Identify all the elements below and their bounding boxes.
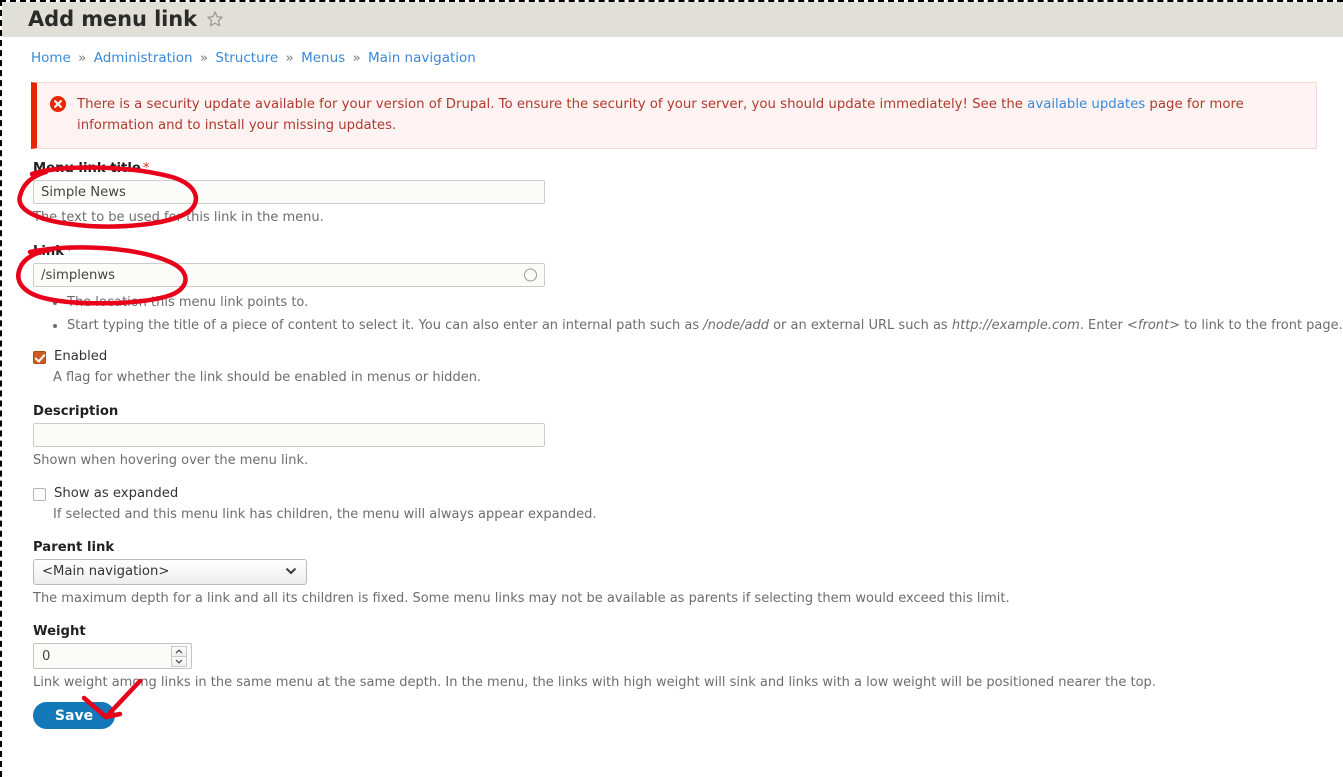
ld2-p3: . Enter <box>1079 317 1128 333</box>
field-menu-link-title: Menu link title* The text to be used for… <box>33 161 1343 228</box>
ld2-em1: /node/add <box>703 317 769 333</box>
weight-label: Weight <box>33 624 86 640</box>
star-outline-icon[interactable] <box>206 10 224 32</box>
link-descriptions: The location this menu link points to. S… <box>33 293 1343 335</box>
field-parent-link: Parent link <Main navigation> The maximu… <box>33 540 1343 609</box>
weight-description: Link weight among links in the same menu… <box>33 675 1156 691</box>
breadcrumb-item-home[interactable]: Home <box>31 50 71 66</box>
link-input-wrapper <box>33 263 545 288</box>
page-header: Add menu link <box>2 2 1343 37</box>
show-expanded-checkbox-row[interactable]: Show as expanded <box>33 486 1343 501</box>
field-link: Link* The location this menu link points… <box>33 244 1343 335</box>
show-expanded-description: If selected and this menu link has child… <box>53 506 597 522</box>
menu-link-title-label: Menu link title * <box>33 161 1343 176</box>
show-expanded-checkbox[interactable] <box>33 487 46 501</box>
chevron-down-icon <box>285 563 297 578</box>
page-title: Add menu link <box>28 7 197 31</box>
breadcrumb: Home » Administration » Structure » Menu… <box>2 37 1343 66</box>
link-label-text: Link <box>33 244 65 260</box>
available-updates-link[interactable]: available updates <box>1027 97 1145 112</box>
enabled-checkbox-row[interactable]: Enabled <box>33 349 1343 365</box>
description-label: Description <box>33 403 119 419</box>
menu-link-title-description: The text to be used for this link in the… <box>33 210 324 226</box>
ld2-em2: http://example.com <box>951 317 1080 333</box>
breadcrumb-item-structure[interactable]: Structure <box>215 50 278 66</box>
link-description-1: The location this menu link points to. <box>67 293 1343 313</box>
description-input[interactable] <box>33 422 545 447</box>
weight-value: 0 <box>42 648 51 664</box>
error-circle-x-icon <box>50 96 66 112</box>
parent-link-description: The maximum depth for a link and all its… <box>33 590 1010 606</box>
breadcrumb-separator: » <box>285 50 294 66</box>
breadcrumb-item-administration[interactable]: Administration <box>94 50 193 66</box>
breadcrumb-separator: » <box>78 50 87 66</box>
message-text-before-link: There is a security update available for… <box>77 97 1028 112</box>
weight-stepper[interactable] <box>171 646 187 668</box>
link-input[interactable] <box>33 263 545 288</box>
security-update-error-message: There is a security update available for… <box>31 82 1317 150</box>
link-label: Link * <box>33 244 1343 259</box>
breadcrumb-item-menus[interactable]: Menus <box>301 50 345 66</box>
required-marker: * <box>142 161 150 177</box>
enabled-label: Enabled <box>54 349 108 365</box>
ld2-em3: <front> <box>1127 317 1181 333</box>
field-description: Description Shown when hovering over the… <box>33 404 1343 471</box>
required-marker: * <box>66 244 73 260</box>
link-description-2: Start typing the title of a piece of con… <box>67 316 1343 336</box>
menu-link-title-input[interactable] <box>33 180 545 205</box>
save-button[interactable]: Save <box>33 702 115 730</box>
field-show-as-expanded: Show as expanded If selected and this me… <box>33 486 1343 525</box>
ld2-p1: Start typing the title of a piece of con… <box>67 317 704 333</box>
field-enabled: Enabled A flag for whether the link shou… <box>33 349 1343 388</box>
menu-link-title-label-text: Menu link title <box>33 161 141 177</box>
parent-link-select[interactable]: <Main navigation> <box>33 558 307 585</box>
enabled-checkbox[interactable] <box>33 351 46 365</box>
menu-link-form: Menu link title* The text to be used for… <box>2 149 1343 730</box>
description-help: Shown when hovering over the menu link. <box>33 452 309 468</box>
breadcrumb-item-main-navigation[interactable]: Main navigation <box>368 50 476 66</box>
parent-link-label: Parent link <box>33 539 115 555</box>
enabled-description: A flag for whether the link should be en… <box>53 370 482 386</box>
chevron-up-icon[interactable] <box>171 646 187 658</box>
weight-input[interactable]: 0 <box>33 643 192 670</box>
ld2-p2: or an external URL such as <box>768 317 952 333</box>
circle-throbber-icon <box>524 268 537 282</box>
ld2-p4: to link to the front page. <box>1180 317 1343 333</box>
browser-viewport: Add menu link Home » Administration » St… <box>0 0 1343 777</box>
messages-region: There is a security update available for… <box>2 66 1343 150</box>
parent-link-selected-value: <Main navigation> <box>42 564 170 580</box>
chevron-down-icon[interactable] <box>171 657 187 668</box>
field-weight: Weight 0 Link weight among links in the … <box>33 624 1343 693</box>
breadcrumb-separator: » <box>199 50 209 66</box>
show-expanded-label: Show as expanded <box>54 485 179 501</box>
breadcrumb-separator: » <box>352 50 361 66</box>
